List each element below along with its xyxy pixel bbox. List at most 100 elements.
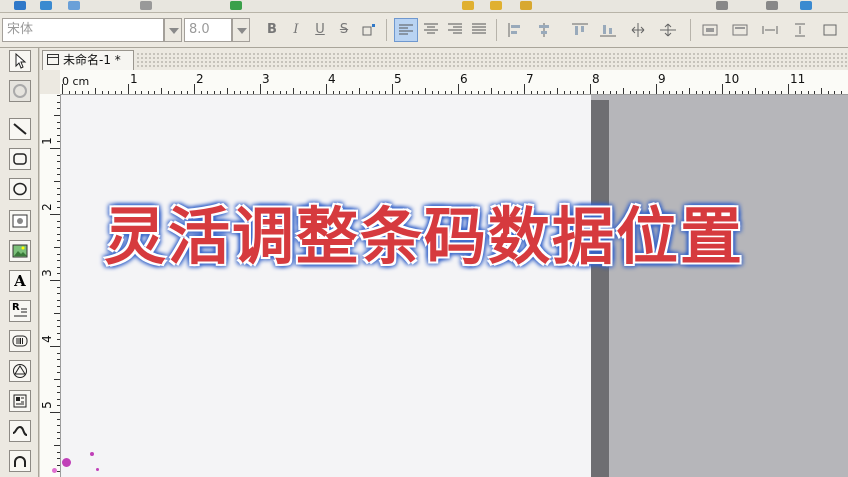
ruler-tick	[715, 91, 717, 94]
ruler-tick	[57, 425, 60, 427]
ruler-tick	[497, 91, 499, 94]
toolbar-icon[interactable]	[68, 1, 80, 10]
ruler-tick	[57, 134, 60, 136]
ruler-tick	[398, 91, 400, 94]
curve-tool[interactable]	[9, 420, 31, 442]
ruler-tick	[95, 88, 96, 94]
align-left-button[interactable]	[394, 18, 418, 42]
bold-button[interactable]: B	[260, 18, 284, 42]
toolbar-icon[interactable]	[490, 1, 502, 10]
same-height-icon	[732, 24, 748, 36]
database-tool[interactable]	[9, 390, 31, 412]
align-justify-button[interactable]	[468, 18, 492, 42]
same-height-button[interactable]	[728, 18, 752, 42]
ruler-tick-label: 6	[460, 72, 468, 86]
align-objects-top-button[interactable]	[568, 18, 592, 42]
rich-text-tool[interactable]: R	[9, 300, 31, 322]
align-right-button[interactable]	[444, 18, 468, 42]
ruler-tick	[728, 91, 730, 94]
ruler-tick	[834, 91, 836, 94]
ruler-tick	[550, 91, 552, 94]
toolbar-icon[interactable]	[40, 1, 52, 10]
underline-button[interactable]: U	[308, 18, 332, 42]
distribute-vertical-button[interactable]	[656, 18, 680, 42]
line-tool[interactable]	[9, 118, 31, 140]
font-name-select[interactable]: 宋体	[2, 18, 164, 42]
ruler-tick	[141, 91, 143, 94]
arc-tool[interactable]	[9, 450, 31, 472]
chevron-down-icon[interactable]	[164, 18, 182, 42]
size-button[interactable]	[818, 18, 842, 42]
ruler-tick	[121, 91, 123, 94]
toolbar-icon[interactable]	[14, 1, 26, 10]
ruler-tick	[537, 91, 539, 94]
toolbar-icon[interactable]	[520, 1, 532, 10]
ruler-tick	[781, 91, 783, 94]
same-width-button[interactable]	[698, 18, 722, 42]
ruler-tick	[260, 84, 261, 94]
align-objects-center-icon	[539, 23, 549, 37]
ruler-tick	[57, 101, 60, 103]
tabbar-background	[136, 52, 848, 68]
document-tab[interactable]: 未命名-1 *	[42, 50, 134, 70]
ruler-tick	[484, 91, 486, 94]
toolbar-icon[interactable]	[230, 1, 242, 10]
label-page[interactable]	[61, 95, 591, 477]
toolbar-icon[interactable]	[462, 1, 474, 10]
ruler-tick	[57, 293, 60, 295]
toolbar-icon[interactable]	[766, 1, 778, 10]
strikethrough-button[interactable]: S	[332, 18, 356, 42]
pan-icon	[13, 84, 27, 98]
ruler-tick	[54, 181, 60, 182]
ruler-tick	[510, 91, 512, 94]
ruler-tick	[840, 91, 842, 94]
horizontal-spacing-button[interactable]	[758, 18, 782, 42]
font-size-select[interactable]: 8.0	[184, 18, 232, 42]
distribute-horizontal-button[interactable]	[626, 18, 650, 42]
ruler-tick	[54, 115, 60, 116]
ruler-tick	[431, 91, 433, 94]
ruler-tick	[167, 91, 169, 94]
ruler-tick	[332, 91, 334, 94]
ruler-tick	[54, 445, 60, 446]
ruler-tick	[57, 319, 60, 321]
document-tabbar: 未命名-1 *	[40, 48, 848, 70]
align-objects-center-button[interactable]	[532, 18, 556, 42]
ruler-tick	[662, 91, 664, 94]
toolbar-icon[interactable]	[140, 1, 152, 10]
pan-tool[interactable]	[9, 80, 31, 102]
document-tab-title: 未命名-1 *	[63, 53, 121, 67]
ruler-tick	[50, 280, 60, 281]
italic-button[interactable]: I	[284, 18, 308, 42]
align-objects-bottom-button[interactable]	[596, 18, 620, 42]
ruler-tick	[266, 91, 268, 94]
horizontal-ruler: 0 cm 1 2 3 4 5 6 7 8 9 10 11	[60, 70, 848, 95]
ruler-tick	[246, 91, 248, 94]
toolbar-separator	[386, 19, 387, 41]
rounded-rectangle-tool[interactable]	[9, 148, 31, 170]
ruler-tick-label: 7	[526, 72, 534, 86]
toolbar-icon[interactable]	[800, 1, 812, 10]
toolbar-separator	[496, 19, 497, 41]
toolbar-icon[interactable]	[716, 1, 728, 10]
toolbar-separator	[690, 19, 691, 41]
barcode-tool[interactable]	[9, 330, 31, 352]
chevron-down-icon[interactable]	[232, 18, 250, 42]
vertical-spacing-button[interactable]	[788, 18, 812, 42]
qrcode-tool[interactable]	[9, 360, 31, 382]
ruler-tick	[695, 91, 697, 94]
align-objects-left-button[interactable]	[504, 18, 528, 42]
ruler-tick	[405, 91, 407, 94]
qrcode-icon	[13, 364, 27, 378]
ruler-tick	[524, 84, 525, 94]
ruler-tick-label: 11	[790, 72, 806, 86]
ruler-tick	[590, 84, 591, 94]
ruler-tick-label: 2	[196, 72, 204, 86]
ruler-tick	[57, 306, 60, 308]
superscript-button[interactable]	[358, 18, 382, 42]
pointer-tool[interactable]	[9, 50, 31, 72]
design-canvas[interactable]	[61, 95, 848, 477]
align-center-button[interactable]	[420, 18, 444, 42]
ruler-tick	[326, 84, 327, 94]
ruler-tick	[675, 91, 677, 94]
